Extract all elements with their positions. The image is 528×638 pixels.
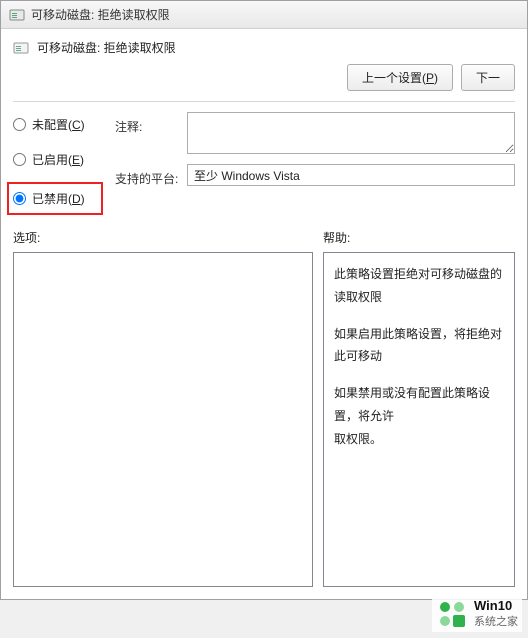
radio-disabled[interactable]: 已禁用(D) xyxy=(13,190,97,207)
watermark: Win10 系统之家 xyxy=(432,596,522,632)
titlebar: 可移动磁盘: 拒绝读取权限 xyxy=(1,1,527,29)
next-setting-button[interactable]: 下一 xyxy=(461,64,515,91)
policy-header-icon xyxy=(13,40,29,56)
header-row: 可移动磁盘: 拒绝读取权限 xyxy=(1,29,527,60)
radio-disabled-label: 已禁用(D) xyxy=(32,190,85,207)
prev-button-label: 上一个设置(P) xyxy=(362,71,438,85)
options-column: 选项: xyxy=(13,229,313,587)
help-column: 帮助: 此策略设置拒绝对可移动磁盘的读取权限 如果启用此策略设置，将拒绝对此可移… xyxy=(323,229,515,587)
radio-enabled[interactable]: 已启用(E) xyxy=(13,151,103,168)
watermark-site: 系统之家 xyxy=(474,613,518,629)
right-fields: 注释: 支持的平台: xyxy=(115,112,515,211)
gpo-editor-window: 可移动磁盘: 拒绝读取权限 可移动磁盘: 拒绝读取权限 上一个设置(P) 下一 … xyxy=(0,0,528,600)
platform-value xyxy=(187,164,515,186)
comment-row: 注释: xyxy=(115,112,515,154)
config-area: 未配置(C) 已启用(E) 已禁用(D) 注释: 支持的平台: xyxy=(1,102,527,211)
page-title: 可移动磁盘: 拒绝读取权限 xyxy=(37,39,515,56)
help-p4: 取权限。 xyxy=(334,428,504,451)
radio-enabled-input[interactable] xyxy=(13,153,26,166)
window-title: 可移动磁盘: 拒绝读取权限 xyxy=(31,6,170,23)
highlight-disabled: 已禁用(D) xyxy=(7,182,103,215)
radio-column: 未配置(C) 已启用(E) 已禁用(D) xyxy=(13,112,103,211)
help-p2: 如果启用此策略设置，将拒绝对此可移动 xyxy=(334,323,504,369)
next-button-label: 下一 xyxy=(476,71,500,85)
help-label: 帮助: xyxy=(323,229,515,246)
platform-row: 支持的平台: xyxy=(115,164,515,187)
help-p1: 此策略设置拒绝对可移动磁盘的读取权限 xyxy=(334,263,504,309)
help-panel: 此策略设置拒绝对可移动磁盘的读取权限 如果启用此策略设置，将拒绝对此可移动 如果… xyxy=(323,252,515,587)
lower-area: 选项: 帮助: 此策略设置拒绝对可移动磁盘的读取权限 如果启用此策略设置，将拒绝… xyxy=(1,211,527,595)
radio-not-configured-label: 未配置(C) xyxy=(32,116,85,133)
policy-icon xyxy=(9,7,25,23)
radio-not-configured[interactable]: 未配置(C) xyxy=(13,116,103,133)
options-panel xyxy=(13,252,313,587)
radio-not-configured-input[interactable] xyxy=(13,118,26,131)
win10-logo-icon xyxy=(436,598,468,630)
radio-disabled-input[interactable] xyxy=(13,192,26,205)
watermark-brand: Win10 xyxy=(474,599,518,614)
platform-label: 支持的平台: xyxy=(115,164,179,187)
comment-label: 注释: xyxy=(115,112,179,135)
watermark-text: Win10 系统之家 xyxy=(474,599,518,630)
options-label: 选项: xyxy=(13,229,313,246)
comment-input[interactable] xyxy=(187,112,515,154)
radio-enabled-label: 已启用(E) xyxy=(32,151,84,168)
prev-setting-button[interactable]: 上一个设置(P) xyxy=(347,64,453,91)
nav-buttons: 上一个设置(P) 下一 xyxy=(1,60,527,101)
help-p3: 如果禁用或没有配置此策略设置，将允许 xyxy=(334,382,504,428)
